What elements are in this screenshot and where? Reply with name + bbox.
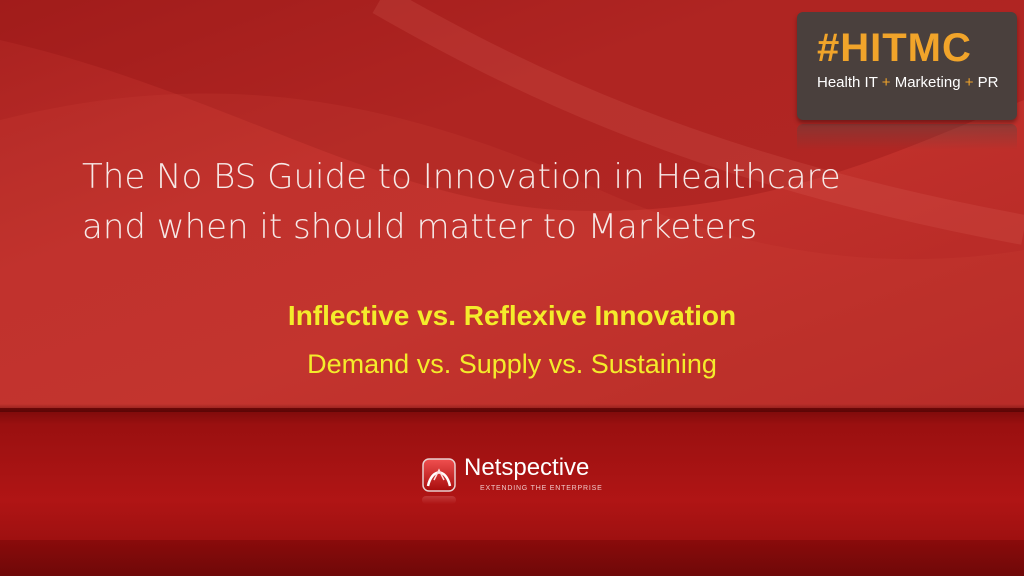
logo-reflection: [422, 496, 456, 504]
badge-sub-pr: PR: [977, 74, 999, 91]
title-line-1: The No BS Guide to Innovation in Healthc…: [82, 157, 841, 197]
logo-tagline: EXTENDING THE ENTERPRISE: [480, 485, 603, 492]
badge-sub-marketing: Marketing: [894, 74, 961, 91]
slide: #HITMC Health IT + Marketing + PR The No…: [0, 0, 1024, 576]
badge-subtitle: Health IT + Marketing + PR: [817, 74, 999, 92]
badge-reflection: [797, 124, 1017, 150]
logo-name: Netspective: [464, 454, 590, 481]
subtitle-bold: Inflective vs. Reflexive Innovation: [287, 300, 737, 331]
badge-sub-plus-1: +: [877, 74, 895, 91]
bottom-strip: [0, 540, 1024, 576]
slide-title: The No BS Guide to Innovation in Healthc…: [82, 152, 942, 252]
badge-sub-plus-2: +: [960, 74, 978, 91]
badge-title: #HITMC: [817, 26, 972, 70]
netspective-logo: Netspective EXTENDING THE ENTERPRISE: [422, 452, 612, 504]
subtitle: Demand vs. Supply vs. Sustaining: [307, 349, 717, 379]
title-line-2: and when it should matter to Marketers: [82, 207, 758, 247]
hitmc-badge: #HITMC Health IT + Marketing + PR: [797, 12, 1017, 120]
band-shadow: [0, 404, 1024, 412]
badge-sub-health-it: Health IT: [817, 74, 878, 91]
netspective-logo-icon: [422, 458, 456, 492]
